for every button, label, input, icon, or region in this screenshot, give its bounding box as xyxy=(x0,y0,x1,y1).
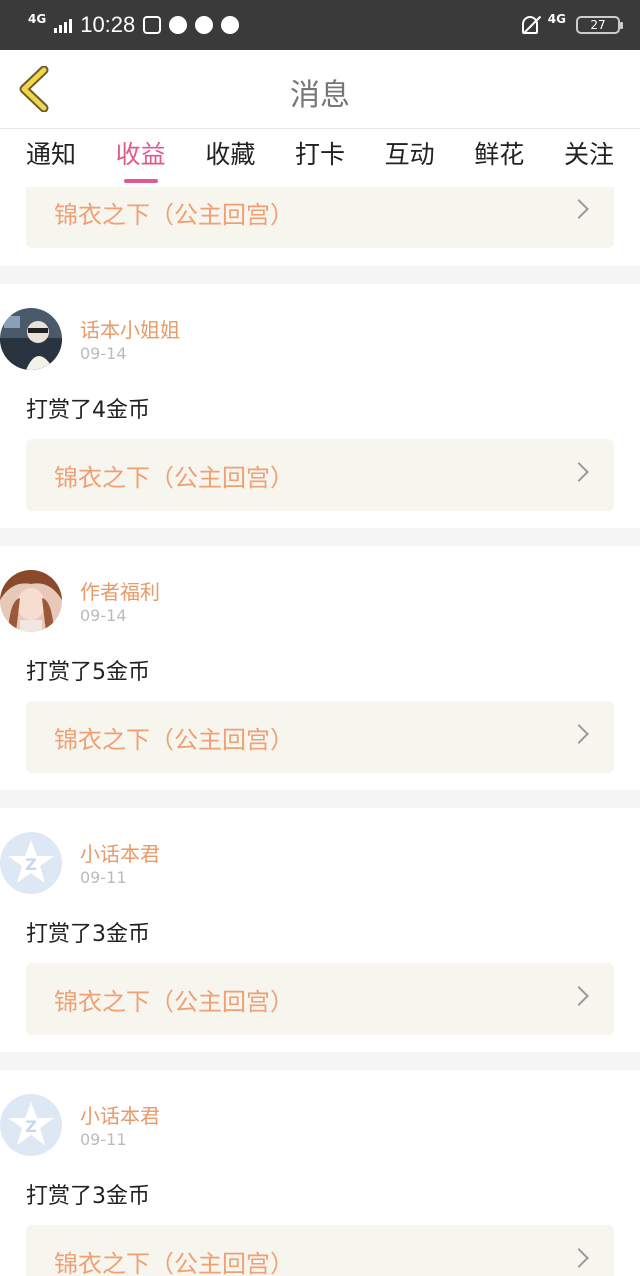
book-title: 锦衣之下（公主回宫） xyxy=(54,987,294,1016)
network-type-right: 4G xyxy=(547,12,566,26)
book-link[interactable]: 锦衣之下（公主回宫） xyxy=(26,439,614,511)
book-title: 锦衣之下（公主回宫） xyxy=(54,200,294,229)
list-item: Z 小话本君 09-11 打赏了3金币 锦衣之下（公主回宫） xyxy=(0,1070,640,1276)
book-link[interactable]: 锦衣之下（公主回宫） xyxy=(26,187,614,248)
reward-text: 打赏了3金币 xyxy=(26,922,150,947)
book-title: 锦衣之下（公主回宫） xyxy=(54,1249,294,1276)
username[interactable]: 话本小姐姐 xyxy=(80,314,180,343)
list-item: 作者福利 09-14 打赏了5金币 锦衣之下（公主回宫） xyxy=(0,546,640,790)
avatar[interactable]: Z xyxy=(0,832,62,894)
book-title: 锦衣之下（公主回宫） xyxy=(54,463,294,492)
battery-level: 27 xyxy=(590,18,606,32)
avatar[interactable] xyxy=(0,308,62,370)
message-date: 09-11 xyxy=(80,868,127,887)
username[interactable]: 小话本君 xyxy=(80,838,160,867)
tab-bar: 通知 收益 收藏 打卡 互动 鲜花 关注 xyxy=(0,129,640,187)
list-item: 话本小姐姐 09-14 打赏了4金币 锦衣之下（公主回宫） xyxy=(0,284,640,528)
message-date: 09-14 xyxy=(80,344,127,363)
username[interactable]: 小话本君 xyxy=(80,1100,160,1129)
tab-follow[interactable]: 关注 xyxy=(564,129,614,187)
browser-icon xyxy=(169,16,188,34)
signal-icon xyxy=(54,17,73,33)
notification-app-icon xyxy=(143,16,162,34)
tab-earnings[interactable]: 收益 xyxy=(116,129,166,187)
reward-text: 打赏了4金币 xyxy=(26,398,150,423)
clock: 10:28 xyxy=(80,12,136,37)
page-title: 消息 xyxy=(290,78,350,113)
chevron-right-icon xyxy=(569,986,589,1006)
book-link[interactable]: 锦衣之下（公主回宫） xyxy=(26,701,614,773)
svg-text:Z: Z xyxy=(25,1117,37,1136)
avatar[interactable]: Z xyxy=(0,1094,62,1156)
book-link[interactable]: 锦衣之下（公主回宫） xyxy=(26,963,614,1035)
reward-text: 打赏了5金币 xyxy=(26,660,150,685)
game-icon xyxy=(195,16,214,34)
chevron-right-icon xyxy=(569,1248,589,1268)
qq-icon xyxy=(221,16,240,34)
svg-text:Z: Z xyxy=(25,855,37,874)
app-header: 消息 xyxy=(0,50,640,129)
chevron-right-icon xyxy=(569,724,589,744)
network-type: 4G xyxy=(28,12,47,26)
battery-icon: 27 xyxy=(576,16,623,34)
default-avatar-icon: Z xyxy=(0,1094,62,1156)
book-title: 锦衣之下（公主回宫） xyxy=(54,725,294,754)
book-link[interactable]: 锦衣之下（公主回宫） xyxy=(26,1225,614,1276)
list-item: Z 小话本君 09-11 打赏了3金币 锦衣之下（公主回宫） xyxy=(0,808,640,1052)
reward-text: 打赏了3金币 xyxy=(26,1184,150,1209)
tab-notifications[interactable]: 通知 xyxy=(26,129,76,187)
mute-icon xyxy=(521,16,538,34)
message-list[interactable]: 锦衣之下（公主回宫） 话本小姐姐 09-14 打赏了4金币 锦衣之下（公主回宫） xyxy=(0,187,640,1276)
message-date: 09-11 xyxy=(80,1130,127,1149)
message-date: 09-14 xyxy=(80,606,127,625)
username[interactable]: 作者福利 xyxy=(80,576,160,605)
tab-checkin[interactable]: 打卡 xyxy=(295,129,345,187)
avatar[interactable] xyxy=(0,570,62,632)
status-bar: 4G 10:28 4G 27 xyxy=(0,0,640,50)
tab-flowers[interactable]: 鲜花 xyxy=(474,129,524,187)
tab-interaction[interactable]: 互动 xyxy=(385,129,435,187)
chevron-right-icon xyxy=(569,462,589,482)
chevron-right-icon xyxy=(569,199,589,219)
list-item: 锦衣之下（公主回宫） xyxy=(0,187,640,266)
tab-favorites[interactable]: 收藏 xyxy=(205,129,255,187)
default-avatar-icon: Z xyxy=(0,832,62,894)
